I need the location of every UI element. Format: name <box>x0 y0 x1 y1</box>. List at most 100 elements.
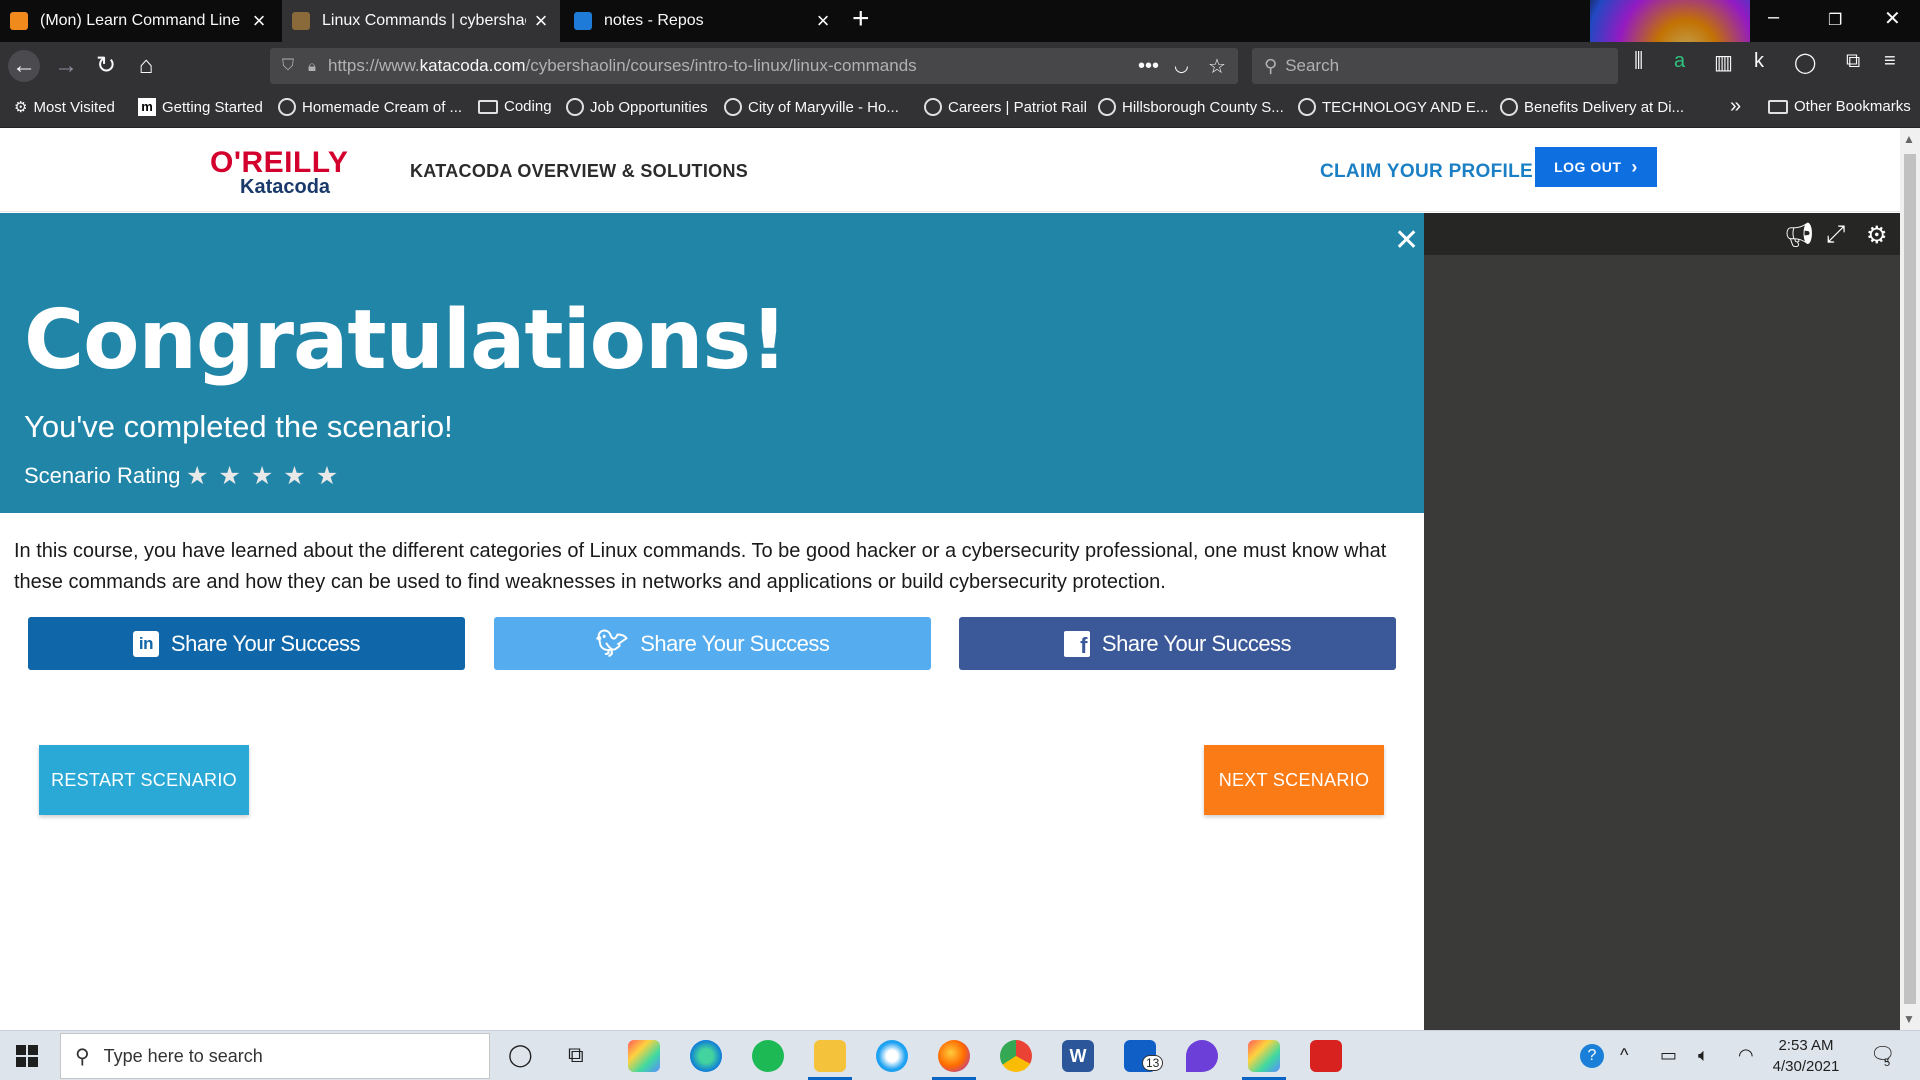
next-scenario-button[interactable]: NEXT SCENARIO <box>1204 745 1384 815</box>
task-view-icon[interactable]: ⧉ <box>568 1042 584 1068</box>
taskbar-clock[interactable]: 2:53 AM 4/30/2021 <box>1756 1035 1856 1077</box>
app-pinned-icon[interactable] <box>628 1040 660 1072</box>
rating-label: Scenario Rating <box>24 463 181 488</box>
wifi-icon[interactable]: ◠ <box>1738 1045 1754 1066</box>
spotify-icon[interactable] <box>752 1040 784 1072</box>
share-twitter-button[interactable]: 🐦︎ Share Your Success <box>494 617 931 670</box>
windows-start-icon[interactable] <box>16 1045 38 1067</box>
bookmark-homemade[interactable]: Homemade Cream of ... <box>278 98 462 116</box>
new-tab-icon[interactable]: + <box>852 2 870 36</box>
back-arrow-icon[interactable]: ← <box>8 50 40 82</box>
bookmark-careers-patriot[interactable]: Careers | Patriot Rail <box>924 98 1087 116</box>
pocket-icon[interactable]: ◡ <box>1174 56 1189 76</box>
reload-icon[interactable]: ↻ <box>90 50 122 82</box>
gear-icon[interactable]: ⚙ <box>1866 221 1888 250</box>
star-icon[interactable]: ★ <box>218 461 240 491</box>
chevron-up-icon[interactable]: ^ <box>1620 1045 1628 1066</box>
m-logo-icon: m <box>138 98 156 116</box>
minimize-icon[interactable]: – <box>1768 6 1779 29</box>
globe-icon <box>924 98 942 116</box>
star-icon[interactable]: ★ <box>316 461 338 491</box>
help-icon[interactable]: ? <box>1580 1044 1604 1068</box>
globe-icon <box>1500 98 1518 116</box>
app-pinned-icon[interactable] <box>1248 1040 1280 1072</box>
site-header: O'REILLY Katacoda KATACODA OVERVIEW & SO… <box>0 128 1900 212</box>
bookmark-most-visited[interactable]: ⚙ Most Visited <box>14 98 115 117</box>
obsidian-icon[interactable] <box>1186 1040 1218 1072</box>
bookmark-coding[interactable]: Coding <box>478 98 552 115</box>
scroll-down-icon[interactable]: ▼ <box>1903 1012 1915 1026</box>
scrollbar-thumb[interactable] <box>1904 154 1916 1004</box>
bookmark-getting-started[interactable]: m Getting Started <box>138 98 263 116</box>
extensions-icon[interactable]: ⧉ <box>1846 50 1860 73</box>
logout-button[interactable]: LOG OUT › <box>1535 147 1657 187</box>
tab-favicon-icon <box>10 12 28 30</box>
close-tab-icon[interactable]: × <box>814 8 832 34</box>
extension-a-icon[interactable]: a <box>1674 50 1685 73</box>
lock-icon[interactable]: 🔒︎ <box>308 58 316 75</box>
star-icon[interactable]: ★ <box>251 461 273 491</box>
page-actions-icon[interactable]: ••• <box>1138 55 1159 78</box>
volume-icon[interactable]: 🔈︎ <box>1698 1045 1709 1066</box>
bookmark-hillsborough[interactable]: Hillsborough County S... <box>1098 98 1284 116</box>
forward-arrow-icon[interactable]: → <box>50 50 82 82</box>
page-scrollbar[interactable]: ▲ ▼ <box>1900 128 1920 1030</box>
megaphone-icon[interactable]: 📢︎ <box>1784 221 1814 250</box>
extension-k-icon[interactable]: k <box>1754 50 1764 73</box>
tab-learn-command-line[interactable]: (Mon) Learn Command Line Pa × <box>0 0 278 42</box>
cortana-icon[interactable]: ◯ <box>508 1042 533 1068</box>
expand-icon[interactable]: ⤢ <box>1826 221 1845 249</box>
oreilly-logo[interactable]: O'REILLY <box>210 146 348 180</box>
close-tab-icon[interactable]: × <box>250 8 268 34</box>
url-bar[interactable]: ⛉ 🔒︎ https://www. katacoda.com /cybersha… <box>270 48 1238 84</box>
shield-icon[interactable]: ⛉ <box>282 57 294 75</box>
star-icon[interactable]: ★ <box>283 461 305 491</box>
battery-icon[interactable]: ▭ <box>1660 1045 1677 1066</box>
url-path: /cybershaolin/courses/intro-to-linux/lin… <box>525 56 917 75</box>
more-bookmarks-chevron-icon[interactable]: » <box>1730 95 1741 118</box>
edge-icon[interactable] <box>690 1040 722 1072</box>
close-tab-icon[interactable]: × <box>532 8 550 34</box>
bookmark-star-icon[interactable]: ☆ <box>1208 54 1226 79</box>
rating-stars[interactable]: ★ ★ ★ ★ ★ <box>186 461 338 491</box>
chrome-icon[interactable] <box>1000 1040 1032 1072</box>
window-close-icon[interactable]: ✕ <box>1884 6 1901 31</box>
scroll-up-icon[interactable]: ▲ <box>1903 132 1915 146</box>
twitter-bird-icon: 🐦︎ <box>595 628 629 658</box>
katacoda-logo[interactable]: Katacoda <box>240 176 330 199</box>
tab-linux-commands[interactable]: Linux Commands | cybershaolin × <box>282 0 560 42</box>
claim-profile-link[interactable]: CLAIM YOUR PROFILE <box>1320 161 1533 183</box>
close-icon[interactable]: ✕ <box>1394 223 1419 258</box>
terminal-toolbar: 📢︎ ⤢ ⚙ <box>1424 213 1900 255</box>
bookmark-city-maryville[interactable]: City of Maryville - Ho... <box>724 98 899 116</box>
taskbar-search-input[interactable]: ⚲ Type here to search <box>60 1033 490 1079</box>
search-bar[interactable]: ⚲ Search <box>1252 48 1618 84</box>
clock-time: 2:53 AM <box>1778 1037 1834 1054</box>
account-icon[interactable]: ◯ <box>1794 50 1816 75</box>
file-explorer-icon[interactable] <box>814 1040 846 1072</box>
bookmark-label: Hillsborough County S... <box>1122 98 1284 116</box>
internet-explorer-icon[interactable] <box>876 1040 908 1072</box>
star-icon[interactable]: ★ <box>186 461 208 491</box>
acrobat-icon[interactable] <box>1310 1040 1342 1072</box>
bookmark-benefits[interactable]: Benefits Delivery at Di... <box>1500 98 1684 116</box>
word-icon[interactable]: W <box>1062 1040 1094 1072</box>
share-linkedin-button[interactable]: in Share Your Success <box>28 617 465 670</box>
library-icon[interactable]: ⫼ <box>1634 50 1643 73</box>
bookmark-job-opportunities[interactable]: Job Opportunities <box>566 98 708 116</box>
home-icon[interactable]: ⌂ <box>130 50 162 82</box>
firefox-icon[interactable] <box>938 1040 970 1072</box>
bookmark-technology[interactable]: TECHNOLOGY AND E... <box>1298 98 1488 116</box>
share-label: Share Your Success <box>1101 630 1292 656</box>
tab-notes-repos[interactable]: notes - Repos × <box>564 0 842 42</box>
menu-icon[interactable]: ≡ <box>1884 50 1896 73</box>
sidebar-icon[interactable]: ▥ <box>1714 50 1733 75</box>
share-facebook-button[interactable]: f Share Your Success <box>959 617 1396 670</box>
bookmark-other[interactable]: Other Bookmarks <box>1768 98 1911 115</box>
restore-icon[interactable]: ❐ <box>1828 10 1842 30</box>
restart-scenario-button[interactable]: RESTART SCENARIO <box>39 745 249 815</box>
globe-icon <box>278 98 296 116</box>
notifications-icon[interactable]: 🗨︎ <box>1870 1042 1895 1067</box>
nav-overview-solutions[interactable]: KATACODA OVERVIEW & SOLUTIONS <box>410 161 748 182</box>
terminal-panel[interactable]: 📢︎ ⤢ ⚙ <box>1424 213 1900 1030</box>
